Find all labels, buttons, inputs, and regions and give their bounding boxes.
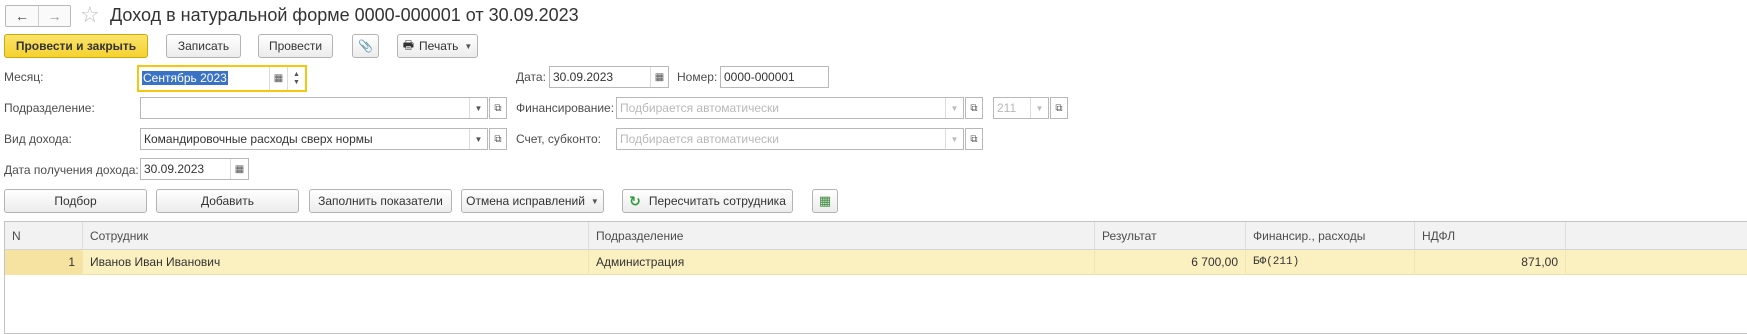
- financing-placeholder: Подбирается автоматически: [620, 101, 779, 115]
- account-field[interactable]: Подбирается автоматически ▼: [616, 128, 964, 150]
- post-and-close-button[interactable]: Провести и закрыть: [4, 34, 148, 58]
- calendar-icon[interactable]: ▦: [650, 67, 668, 87]
- account-label: Счет, субконто:: [516, 132, 601, 146]
- spin-up-icon[interactable]: ▲: [293, 71, 300, 79]
- division-value: [141, 98, 469, 118]
- kosgu-open-icon[interactable]: ⧉: [1050, 97, 1068, 119]
- cell-division[interactable]: Администрация: [589, 250, 1095, 275]
- income-type-label: Вид дохода:: [4, 132, 72, 146]
- cell-employee[interactable]: Иванов Иван Иванович: [83, 250, 589, 275]
- chevron-down-icon: ▼: [464, 41, 473, 51]
- table-settings-icon: ▦: [818, 193, 832, 208]
- month-spinner[interactable]: ▲ ▼: [287, 67, 305, 90]
- division-field[interactable]: ▼: [140, 97, 488, 119]
- column-header-ndfl[interactable]: НДФЛ: [1415, 222, 1566, 250]
- receipt-date-label: Дата получения дохода:: [4, 163, 139, 177]
- dropdown-icon[interactable]: ▼: [469, 98, 487, 118]
- income-type-field[interactable]: Командировочные расходы сверх нормы ▼: [140, 128, 488, 150]
- calendar-icon[interactable]: ▦: [269, 67, 287, 90]
- print-button-label: Печать: [419, 39, 459, 53]
- number-value: 0000-000001: [724, 70, 795, 84]
- date-value: 30.09.2023: [553, 70, 614, 84]
- dropdown-icon[interactable]: ▼: [945, 129, 963, 149]
- table-settings-button[interactable]: ▦: [812, 189, 838, 213]
- printer-icon: 🖶: [402, 37, 415, 52]
- column-header-n[interactable]: N: [5, 222, 83, 250]
- spin-down-icon[interactable]: ▼: [293, 79, 300, 87]
- income-type-value: Командировочные расходы сверх нормы: [144, 132, 373, 146]
- account-placeholder: Подбирается автоматически: [620, 132, 779, 146]
- number-field[interactable]: 0000-000001: [720, 66, 829, 88]
- calendar-icon[interactable]: ▦: [230, 159, 248, 179]
- receipt-date-field[interactable]: 30.09.2023 ▦: [140, 158, 249, 180]
- dropdown-icon[interactable]: ▼: [469, 129, 487, 149]
- recalculate-employee-label: Пересчитать сотрудника: [648, 194, 786, 208]
- favorite-star-icon[interactable]: ☆: [80, 3, 100, 27]
- month-label: Месяц:: [4, 70, 44, 84]
- income-type-open-icon[interactable]: ⧉: [489, 128, 507, 150]
- save-button[interactable]: Записать: [166, 34, 241, 58]
- page-title: Доход в натуральной форме 0000-000001 от…: [110, 5, 579, 25]
- refresh-icon: ↻: [629, 192, 641, 209]
- chevron-down-icon: ▼: [590, 196, 599, 206]
- kosgu-field[interactable]: 211 ▼: [993, 97, 1049, 119]
- financing-open-icon[interactable]: ⧉: [965, 97, 983, 119]
- dropdown-icon[interactable]: ▼: [945, 98, 963, 118]
- financing-label: Финансирование:: [516, 101, 615, 115]
- cell-n[interactable]: 1: [5, 250, 83, 275]
- receipt-date-value: 30.09.2023: [144, 162, 205, 176]
- cancel-corrections-label: Отмена исправлений: [466, 194, 585, 208]
- cell-financing[interactable]: БФ(211): [1246, 250, 1415, 275]
- post-button[interactable]: Провести: [258, 34, 333, 58]
- date-label: Дата:: [516, 70, 546, 84]
- column-header-result[interactable]: Результат: [1095, 222, 1246, 250]
- pick-button[interactable]: Подбор: [4, 189, 147, 213]
- back-arrow-icon[interactable]: ←: [6, 6, 38, 26]
- month-field[interactable]: Сентябрь 2023 ▦ ▲ ▼: [137, 65, 307, 92]
- table-header: N Сотрудник Подразделение Результат Фина…: [5, 222, 1747, 250]
- employees-table: N Сотрудник Подразделение Результат Фина…: [4, 221, 1747, 334]
- attach-file-button[interactable]: 📎: [352, 34, 379, 58]
- dropdown-icon[interactable]: ▼: [1030, 98, 1048, 118]
- division-label: Подразделение:: [4, 101, 95, 115]
- cancel-corrections-button[interactable]: Отмена исправлений ▼: [461, 189, 604, 213]
- table-row[interactable]: 1 Иванов Иван Иванович Администрация 6 7…: [5, 250, 1747, 275]
- financing-field[interactable]: Подбирается автоматически ▼: [616, 97, 964, 119]
- month-value: Сентябрь 2023: [142, 71, 228, 85]
- cell-ndfl[interactable]: 871,00: [1415, 250, 1566, 275]
- account-open-icon[interactable]: ⧉: [965, 128, 983, 150]
- kosgu-placeholder: 211: [997, 101, 1017, 115]
- recalculate-employee-button[interactable]: ↻ Пересчитать сотрудника: [622, 189, 793, 213]
- cell-result[interactable]: 6 700,00: [1095, 250, 1246, 275]
- number-label: Номер:: [677, 70, 718, 84]
- print-button[interactable]: 🖶 Печать ▼: [397, 34, 478, 58]
- paperclip-icon: 📎: [358, 39, 373, 53]
- add-button[interactable]: Добавить: [156, 189, 299, 213]
- navigation-buttons: ← →: [5, 5, 71, 27]
- fill-indicators-button[interactable]: Заполнить показатели: [309, 189, 452, 213]
- column-header-financing[interactable]: Финансир., расходы: [1246, 222, 1415, 250]
- forward-arrow-icon[interactable]: →: [38, 6, 70, 26]
- division-open-icon[interactable]: ⧉: [489, 97, 507, 119]
- column-header-division[interactable]: Подразделение: [589, 222, 1095, 250]
- date-field[interactable]: 30.09.2023 ▦: [549, 66, 669, 88]
- column-header-employee[interactable]: Сотрудник: [83, 222, 589, 250]
